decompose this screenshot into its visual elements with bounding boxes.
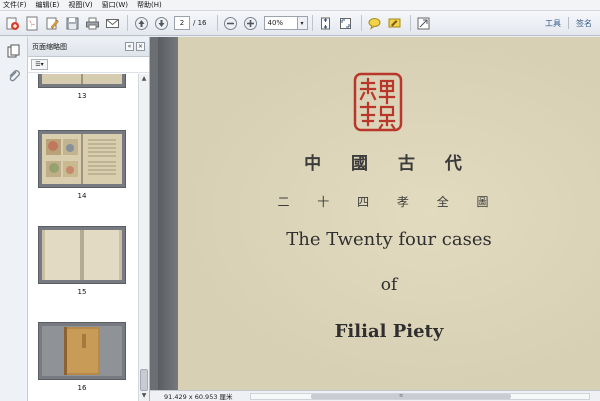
page-number-input[interactable]: 2 <box>174 16 190 30</box>
horizontal-scrollbar[interactable]: ≡ <box>250 393 590 400</box>
thumbnail-frame <box>38 322 126 380</box>
page-total: / 16 <box>193 19 207 27</box>
thumbnail-frame <box>38 226 126 284</box>
fit-page-icon[interactable] <box>317 14 335 32</box>
menu-view[interactable]: 视图(V) <box>68 0 92 10</box>
pdf-icon[interactable] <box>23 14 41 32</box>
toolbar: 2 / 16 40% ▾ 工具 签名 <box>0 11 600 36</box>
thumbnail-list: 13 14 15 16 <box>28 74 138 401</box>
thumbnail-page[interactable]: 15 <box>38 226 126 296</box>
toolbar-divider <box>409 15 411 31</box>
full-screen-icon[interactable] <box>337 14 355 32</box>
sign-button[interactable]: 签名 <box>576 18 592 29</box>
toolbar-divider <box>311 15 313 31</box>
panel-header: 页面缩略图 « × <box>28 37 149 57</box>
document-page: 中 國 古 代 二 十 四 孝 全 圖 The Twenty four case… <box>178 37 600 390</box>
thumbnail-image <box>42 230 122 280</box>
options-menu-button[interactable]: ☰▾ <box>31 59 48 70</box>
menu-file[interactable]: 文件(F) <box>3 0 27 10</box>
panel-toolbar: ☰▾ <box>28 57 149 73</box>
navigation-strip <box>0 37 28 401</box>
collapse-panel-icon[interactable]: « <box>125 42 134 51</box>
thumbnail-page[interactable]: 13 <box>38 74 126 100</box>
thumbnail-label: 13 <box>77 92 87 100</box>
menu-bar: 文件(F) 编辑(E) 视图(V) 窗口(W) 帮助(H) <box>0 0 600 11</box>
toolbar-divider <box>568 17 569 29</box>
thumbnail-label: 15 <box>77 288 87 296</box>
menu-edit[interactable]: 编辑(E) <box>36 0 60 10</box>
expand-icon[interactable] <box>415 14 433 32</box>
thumbnail-image <box>42 74 122 84</box>
page-down-icon[interactable] <box>152 14 170 32</box>
panel-title: 页面缩略图 <box>32 42 67 51</box>
create-pdf-icon[interactable] <box>3 14 21 32</box>
chevron-down-icon[interactable]: ▾ <box>297 16 308 30</box>
comment-icon[interactable] <box>366 14 384 32</box>
print-icon[interactable] <box>83 14 101 32</box>
close-panel-icon[interactable]: × <box>136 42 145 51</box>
edit-icon[interactable] <box>43 14 61 32</box>
english-subtitle: Filial Piety <box>334 321 444 342</box>
thumbnail-image <box>42 326 122 376</box>
status-bar: 91.429 x 60.953 厘米 ≡ <box>150 390 600 401</box>
thumbnail-image <box>42 134 122 184</box>
page-up-icon[interactable] <box>132 14 150 32</box>
thumbnail-label: 14 <box>77 192 87 200</box>
thumbnail-page[interactable]: 14 <box>38 130 126 200</box>
page-size-readout: 91.429 x 60.953 厘米 <box>164 393 233 401</box>
thumbnail-frame <box>38 74 126 88</box>
page-thumbnails-icon[interactable] <box>7 44 21 58</box>
chinese-title: 中 國 古 代 <box>304 154 474 174</box>
page-edge <box>158 37 178 390</box>
zoom-input[interactable]: 40% <box>263 16 298 30</box>
scroll-up-icon[interactable]: ▲ <box>139 74 149 84</box>
attachment-icon[interactable] <box>7 69 21 83</box>
zoom-select[interactable]: 40% ▾ <box>263 16 308 30</box>
menu-help[interactable]: 帮助(H) <box>137 0 162 10</box>
red-seal-stamp <box>353 72 403 132</box>
toolbar-divider <box>127 15 128 31</box>
english-title: The Twenty four cases <box>286 229 492 250</box>
chinese-subtitle: 二 十 四 孝 全 圖 <box>277 195 501 209</box>
scroll-down-icon[interactable]: ▼ <box>139 391 149 401</box>
toolbar-right: 工具 签名 <box>545 17 592 29</box>
zoom-out-icon[interactable] <box>222 14 240 32</box>
email-icon[interactable] <box>103 14 121 32</box>
tools-button[interactable]: 工具 <box>545 18 561 29</box>
menu-window[interactable]: 窗口(W) <box>102 0 128 10</box>
thumbnail-frame <box>38 130 126 188</box>
toolbar-divider <box>360 15 362 31</box>
english-of: of <box>380 275 398 295</box>
scrollbar-thumb[interactable] <box>140 369 148 391</box>
scrollbar-thumb[interactable] <box>311 394 511 399</box>
thumbnails-panel: 页面缩略图 « × ☰▾ 13 14 15 16 ▲ ▼ <box>28 37 150 401</box>
document-view[interactable]: 中 國 古 代 二 十 四 孝 全 圖 The Twenty four case… <box>150 37 600 390</box>
highlight-icon[interactable] <box>386 14 404 32</box>
thumbnail-label: 16 <box>77 384 87 392</box>
toolbar-divider <box>216 15 218 31</box>
save-icon[interactable] <box>63 14 81 32</box>
zoom-in-icon[interactable] <box>242 14 260 32</box>
thumbnail-page[interactable]: 16 <box>38 322 126 392</box>
scrollbar-grip-icon: ≡ <box>399 393 404 399</box>
thumbnail-scrollbar[interactable]: ▲ ▼ <box>138 74 149 401</box>
